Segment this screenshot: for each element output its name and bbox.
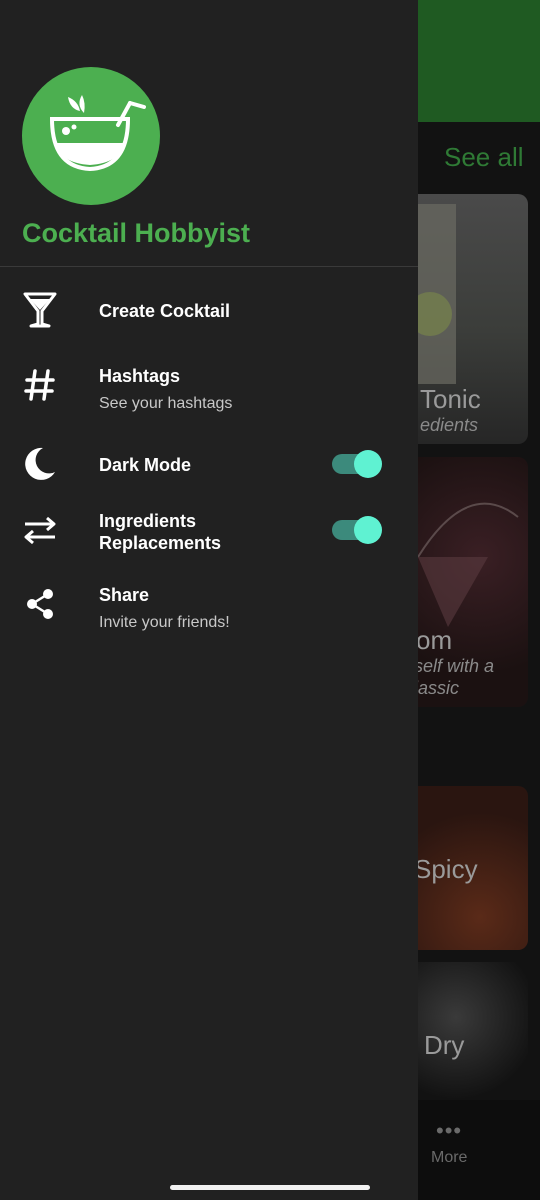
menu-item-share[interactable]: Share Invite your friends!	[0, 584, 418, 640]
menu-item-label: Create Cocktail	[99, 301, 231, 321]
cocktail-logo-icon	[49, 95, 146, 172]
cocktail-card-tonic[interactable]: Tonic edients	[408, 194, 528, 444]
ingredients-replacements-toggle[interactable]	[332, 515, 384, 545]
hashtag-icon	[20, 365, 60, 405]
more-icon[interactable]: •••	[436, 1118, 462, 1144]
moon-icon	[20, 444, 60, 484]
cocktail-glass-icon	[20, 290, 60, 330]
menu-item-label: Share	[99, 585, 150, 605]
cocktail-card-om[interactable]: om self with a lassic	[408, 457, 528, 707]
card-title: Spicy	[414, 854, 478, 884]
card-title: om	[416, 625, 453, 655]
menu-item-dark-mode[interactable]: Dark Mode	[0, 444, 418, 486]
drawer-divider	[0, 266, 418, 267]
app-name: Cocktail Hobbyist	[22, 218, 251, 248]
swap-arrows-icon	[20, 510, 60, 550]
cocktail-card-dry[interactable]: Dry	[408, 962, 528, 1100]
menu-item-label: Hashtags	[99, 366, 181, 386]
card-subtitle: self with a lassic	[414, 656, 495, 698]
home-indicator[interactable]	[170, 1185, 370, 1190]
menu-item-create-cocktail[interactable]: Create Cocktail	[0, 290, 418, 334]
card-title: Dry	[424, 1030, 465, 1060]
navigation-drawer: Cocktail Hobbyist Create Cocktail Hashta…	[0, 0, 418, 1200]
menu-item-sublabel: See your hashtags	[99, 395, 233, 412]
dark-mode-toggle[interactable]	[332, 449, 384, 479]
see-all-link[interactable]: See all	[444, 142, 524, 173]
menu-item-hashtags[interactable]: Hashtags See your hashtags	[0, 363, 418, 419]
more-label[interactable]: More	[431, 1149, 467, 1167]
toggle-knob	[354, 516, 382, 544]
card-title: Tonic	[420, 384, 481, 414]
menu-item-sublabel: Invite your friends!	[99, 614, 230, 631]
menu-item-label: Dark Mode	[99, 455, 192, 475]
card-subtitle: edients	[420, 415, 479, 435]
cocktail-card-spicy[interactable]: Spicy	[408, 786, 528, 950]
menu-item-label: Ingredients Replacements	[99, 511, 222, 553]
app-logo	[22, 67, 160, 205]
share-icon	[20, 584, 60, 624]
menu-item-ingredients-replacements[interactable]: Ingredients Replacements	[0, 508, 418, 556]
toggle-knob	[354, 450, 382, 478]
